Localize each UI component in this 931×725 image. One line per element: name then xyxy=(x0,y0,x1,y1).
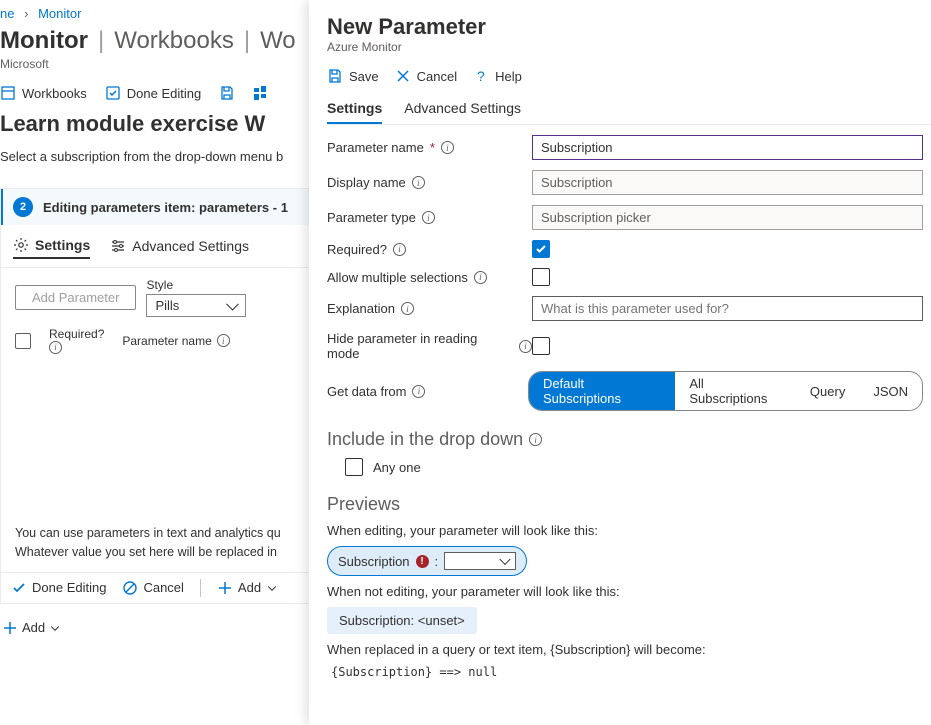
help-icon: ? xyxy=(473,68,489,84)
cancel-button[interactable]: Cancel xyxy=(122,580,183,596)
preview-not-editing-desc: When not editing, your parameter will lo… xyxy=(327,584,923,599)
cancel-button[interactable]: Cancel xyxy=(395,68,457,84)
get-data-pills: Default Subscriptions All Subscriptions … xyxy=(528,371,923,411)
panel-tab-advanced[interactable]: Advanced Settings xyxy=(404,94,521,124)
style-label: Style xyxy=(146,278,246,292)
workbooks-button[interactable]: Workbooks xyxy=(0,85,87,101)
any-one-label: Any one xyxy=(373,460,421,475)
include-heading: Include in the drop downi xyxy=(327,429,923,450)
close-icon xyxy=(395,68,411,84)
info-icon[interactable]: i xyxy=(422,211,435,224)
save-button[interactable]: Save xyxy=(327,68,379,84)
workbook-icon xyxy=(0,85,16,101)
page-title-sub1: Workbooks xyxy=(114,27,234,55)
error-icon: ! xyxy=(416,555,429,568)
chevron-down-icon xyxy=(49,622,61,634)
info-icon[interactable]: i xyxy=(217,334,230,347)
preview-editing-desc: When editing, your parameter will look l… xyxy=(327,523,923,538)
preview-select[interactable] xyxy=(444,552,516,570)
pill-default-subscriptions[interactable]: Default Subscriptions xyxy=(529,372,675,410)
display-name-label: Display namei xyxy=(327,175,532,190)
chevron-down-icon xyxy=(266,582,278,594)
gear-icon xyxy=(13,237,29,253)
info-icon[interactable]: i xyxy=(401,302,414,315)
allow-multi-label: Allow multiple selectionsi xyxy=(327,270,532,285)
param-type-select[interactable]: Subscription picker xyxy=(532,205,923,230)
info-icon[interactable]: i xyxy=(529,433,542,446)
get-data-label: Get data fromi xyxy=(327,384,528,399)
info-icon[interactable]: i xyxy=(393,243,406,256)
info-icon[interactable]: i xyxy=(519,340,532,353)
plus-icon xyxy=(217,580,233,596)
page-title-sub2: Wo xyxy=(260,27,296,55)
preview-replace-desc: When replaced in a query or text item, {… xyxy=(327,642,923,657)
col-param-name: Parameter name xyxy=(122,334,211,348)
save-icon[interactable] xyxy=(219,85,235,101)
preview-editing-pill[interactable]: Subscription ! : xyxy=(327,546,527,576)
pill-all-subscriptions[interactable]: All Subscriptions xyxy=(675,372,796,410)
check-icon xyxy=(11,580,27,596)
breadcrumb-link-monitor[interactable]: Monitor xyxy=(38,6,81,21)
tab-settings[interactable]: Settings xyxy=(13,233,90,259)
add-button[interactable]: Add xyxy=(217,580,278,596)
add-parameter-button[interactable]: Add Parameter xyxy=(15,285,136,310)
done-editing-button[interactable]: Done Editing xyxy=(11,580,106,596)
panel-subtitle: Azure Monitor xyxy=(327,40,923,54)
info-icon[interactable]: i xyxy=(412,385,425,398)
card-header-text: Editing parameters item: parameters - 1 xyxy=(43,200,288,215)
help-button[interactable]: ? Help xyxy=(473,68,522,84)
select-all-checkbox[interactable] xyxy=(15,333,31,349)
preview-not-editing-pill: Subscription: <unset> xyxy=(327,607,477,634)
chevron-right-icon: › xyxy=(24,6,28,21)
info-icon[interactable]: i xyxy=(412,176,425,189)
panel-tab-settings[interactable]: Settings xyxy=(327,94,382,124)
preview-replace-code: {Subscription} ==> null xyxy=(331,665,923,679)
tab-advanced-settings[interactable]: Advanced Settings xyxy=(110,234,249,258)
param-name-label: Parameter name*i xyxy=(327,140,532,155)
param-name-input[interactable]: Subscription xyxy=(532,135,923,160)
allow-multi-checkbox[interactable] xyxy=(532,268,550,286)
style-dropdown[interactable]: Pills xyxy=(146,294,246,317)
save-icon xyxy=(327,68,343,84)
sliders-icon xyxy=(110,238,126,254)
pill-json[interactable]: JSON xyxy=(859,380,922,403)
breadcrumb-link-home[interactable]: ne xyxy=(0,6,14,21)
svg-text:?: ? xyxy=(477,68,485,84)
display-name-input[interactable]: Subscription xyxy=(532,170,923,195)
any-one-checkbox[interactable] xyxy=(345,458,363,476)
explanation-input[interactable] xyxy=(532,296,923,321)
prohibit-icon xyxy=(122,580,138,596)
info-icon[interactable]: i xyxy=(474,271,487,284)
explanation-label: Explanationi xyxy=(327,301,532,316)
pill-query[interactable]: Query xyxy=(796,380,859,403)
plus-icon xyxy=(2,620,18,636)
check-icon xyxy=(535,243,547,255)
panel-tabs: Settings Advanced Settings xyxy=(327,94,931,125)
info-icon[interactable]: i xyxy=(441,141,454,154)
new-parameter-panel: New Parameter Azure Monitor Save Cancel … xyxy=(309,0,931,725)
more-icon[interactable] xyxy=(253,85,269,101)
page-title-main: Monitor xyxy=(0,27,88,55)
col-required: Required? xyxy=(49,327,104,341)
hide-label: Hide parameter in reading modei xyxy=(327,331,532,361)
hide-checkbox[interactable] xyxy=(532,337,550,355)
done-editing-button[interactable]: Done Editing xyxy=(105,85,201,101)
required-label: Required?i xyxy=(327,242,532,257)
info-icon[interactable]: i xyxy=(49,341,62,354)
previews-heading: Previews xyxy=(327,494,923,515)
required-checkbox[interactable] xyxy=(532,240,550,258)
panel-toolbar: Save Cancel ? Help xyxy=(327,68,923,86)
done-editing-icon xyxy=(105,85,121,101)
param-type-label: Parameter typei xyxy=(327,210,532,225)
panel-title: New Parameter xyxy=(327,14,923,40)
step-badge: 2 xyxy=(13,197,33,217)
